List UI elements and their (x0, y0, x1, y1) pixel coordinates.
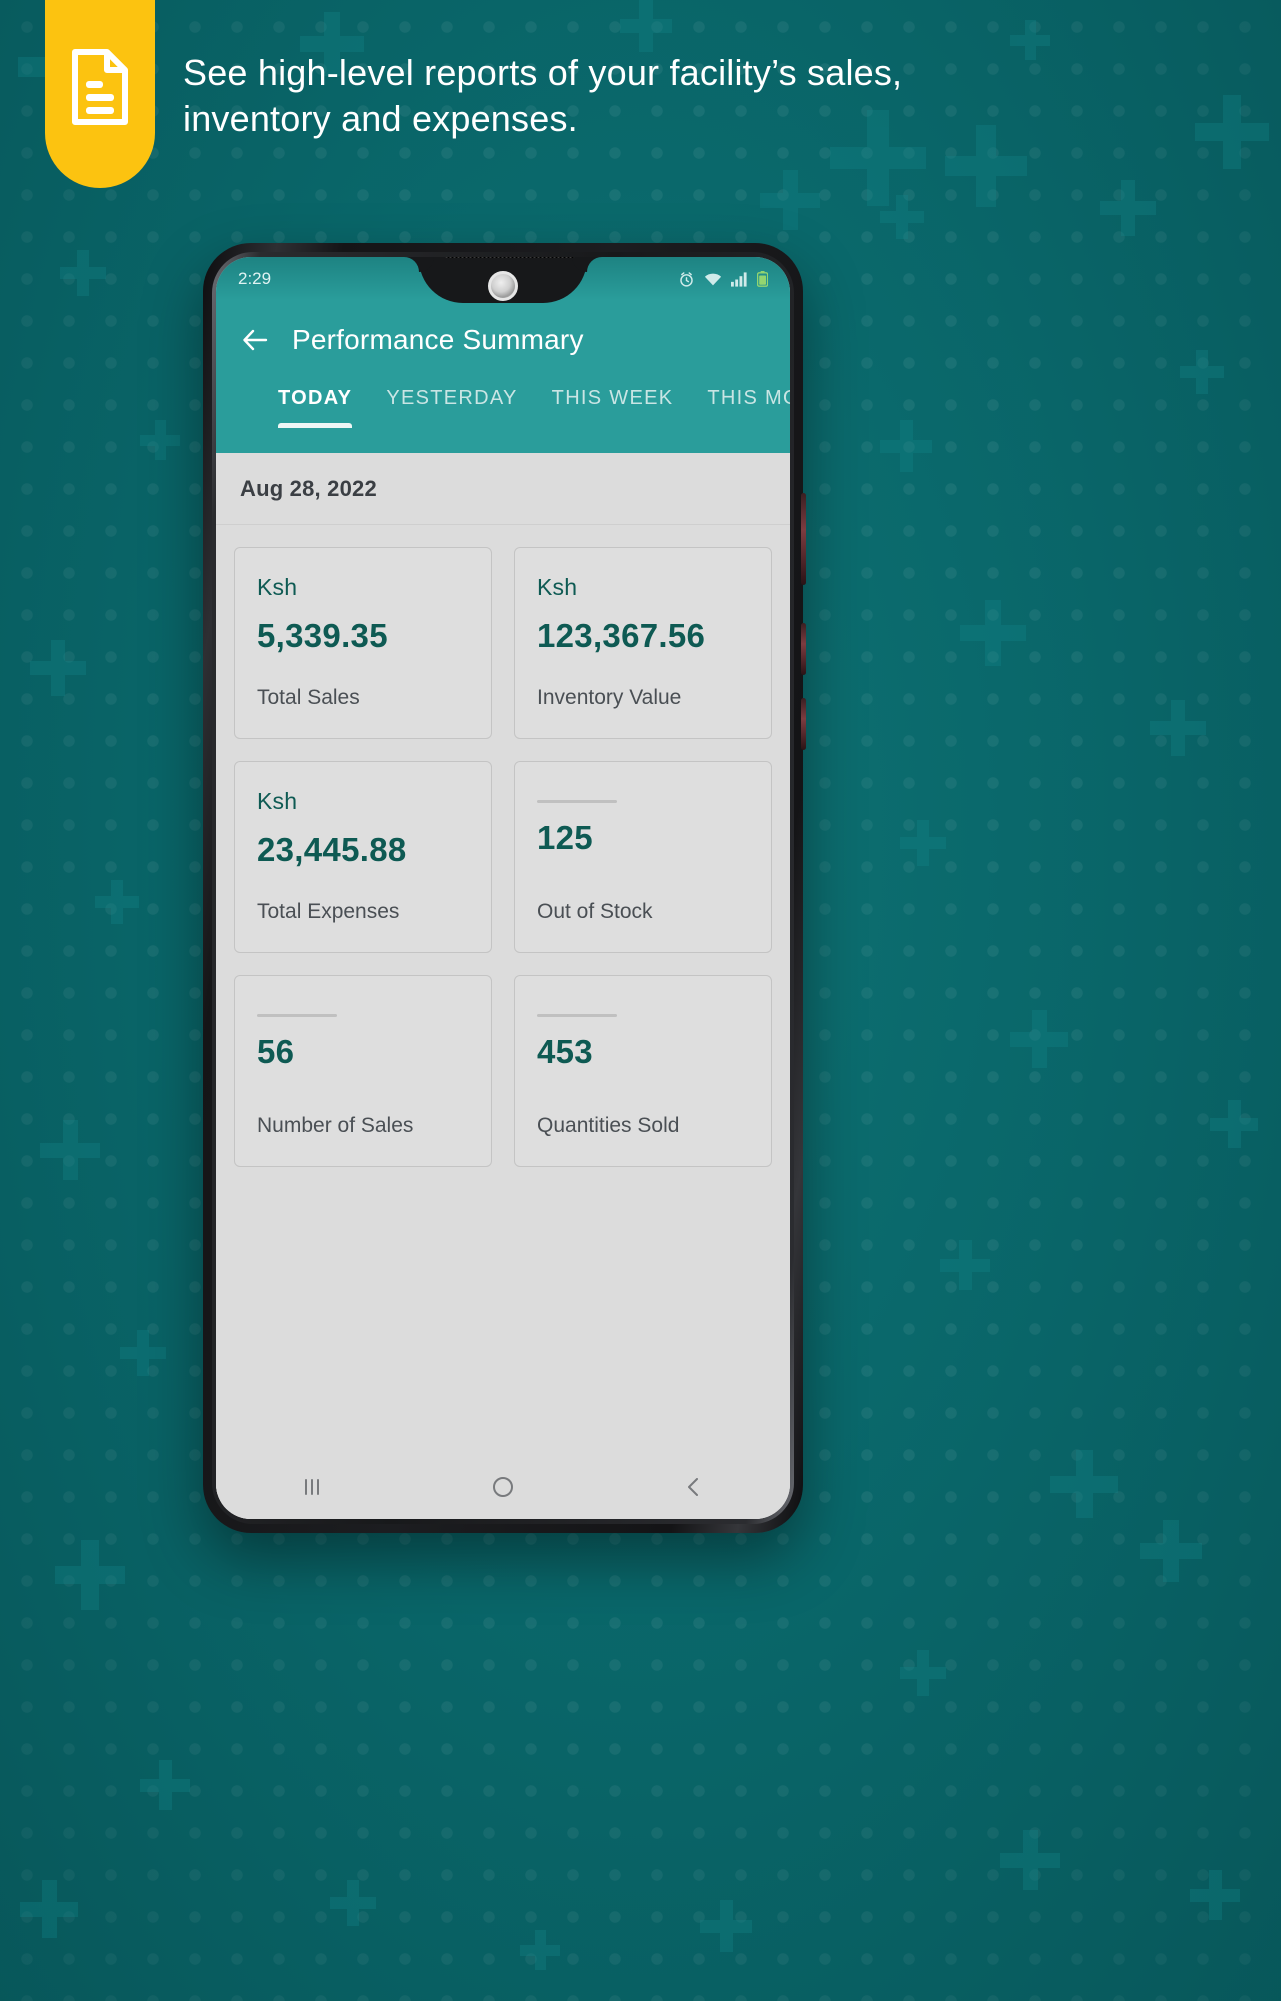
plus-decoration (1180, 350, 1224, 394)
metric-value: 56 (257, 1033, 295, 1070)
phone-screen: 2:29 Performance Summary TODAY YESTERDAY… (216, 257, 790, 1519)
date-header: Aug 28, 2022 (216, 453, 790, 525)
back-icon[interactable] (681, 1474, 707, 1500)
plus-decoration (30, 640, 86, 696)
metric-card-number-of-sales[interactable]: 56 Number of Sales (234, 975, 492, 1167)
volume-button[interactable] (801, 493, 806, 585)
signal-icon (731, 271, 747, 287)
power-button[interactable] (801, 623, 806, 675)
document-icon (72, 49, 128, 125)
period-tab-bar[interactable]: TODAY YESTERDAY THIS WEEK THIS MONTH THI… (216, 381, 790, 453)
plus-decoration (330, 1880, 376, 1926)
tab-today[interactable]: TODAY (278, 381, 353, 428)
metric-label: Out of Stock (537, 900, 653, 923)
earpiece-speaker (443, 257, 576, 258)
plus-decoration (1190, 1870, 1240, 1920)
summary-content: Aug 28, 2022 Ksh 5,339.35 Total Sales Ks… (216, 453, 790, 1519)
status-time: 2:29 (238, 269, 272, 288)
plus-decoration (940, 1240, 990, 1290)
metric-label: Number of Sales (257, 1114, 414, 1137)
plus-decoration (880, 195, 924, 239)
status-icons (678, 271, 768, 288)
recents-icon[interactable] (299, 1474, 325, 1500)
currency-placeholder-line (537, 1014, 617, 1017)
currency-placeholder-line (537, 800, 617, 803)
metric-label: Inventory Value (537, 686, 682, 709)
metric-value: 453 (537, 1033, 593, 1070)
tab-this-week[interactable]: THIS WEEK (552, 381, 674, 410)
front-camera (488, 271, 518, 301)
plus-decoration (20, 1880, 78, 1938)
currency-label: Ksh (257, 574, 298, 600)
page-title: Performance Summary (292, 324, 584, 355)
date-header-label: Aug 28, 2022 (240, 475, 377, 501)
metric-card-out-of-stock[interactable]: 125 Out of Stock (514, 761, 772, 953)
plus-decoration (520, 1930, 560, 1970)
metric-value: 125 (537, 819, 593, 856)
currency-label: Ksh (537, 574, 578, 600)
plus-decoration (1050, 1450, 1118, 1518)
tab-yesterday[interactable]: YESTERDAY (386, 381, 517, 410)
promo-headline: See high-level reports of your facility’… (183, 52, 903, 140)
metric-card-inventory-value[interactable]: Ksh 123,367.56 Inventory Value (514, 547, 772, 739)
plus-decoration (960, 600, 1026, 666)
plus-decoration (1000, 1830, 1060, 1890)
tab-this-month[interactable]: THIS MONTH (707, 381, 790, 410)
metric-card-total-sales[interactable]: Ksh 5,339.35 Total Sales (234, 547, 492, 739)
wifi-icon (704, 273, 722, 285)
plus-decoration (140, 1760, 190, 1810)
plus-decoration (700, 1900, 752, 1952)
plus-decoration (880, 420, 932, 472)
app-bar: 2:29 Performance Summary TODAY YESTERDAY… (216, 257, 790, 453)
plus-decoration (40, 1120, 100, 1180)
battery-icon (757, 271, 768, 287)
alarm-icon (680, 271, 693, 287)
metric-card-total-expenses[interactable]: Ksh 23,445.88 Total Expenses (234, 761, 492, 953)
plus-decoration (620, 0, 672, 52)
plus-decoration (1210, 1100, 1258, 1148)
plus-decoration (1195, 95, 1269, 169)
metric-label: Quantities Sold (537, 1114, 680, 1137)
plus-decoration (95, 880, 139, 924)
plus-decoration (55, 1540, 125, 1610)
plus-decoration (1010, 20, 1050, 60)
metric-card-quantities-sold[interactable]: 453 Quantities Sold (514, 975, 772, 1167)
plus-decoration (1010, 1010, 1068, 1068)
metric-value: 5,339.35 (257, 617, 388, 654)
metric-value: 123,367.56 (537, 617, 706, 654)
phone-mockup: 2:29 Performance Summary TODAY YESTERDAY… (203, 243, 806, 1533)
plus-decoration (900, 820, 946, 866)
plus-decoration (760, 170, 820, 230)
android-navigation-bar (216, 1455, 790, 1519)
assistant-button[interactable] (801, 698, 806, 750)
currency-placeholder-line (257, 1014, 337, 1017)
metric-card-grid: Ksh 5,339.35 Total Sales Ksh 123,367.56 … (216, 525, 790, 1167)
plus-decoration (140, 420, 180, 460)
plus-decoration (900, 1650, 946, 1696)
app-bar-title-row: Performance Summary (216, 309, 790, 371)
metric-label: Total Sales (257, 686, 360, 709)
back-arrow-icon[interactable] (238, 323, 272, 357)
currency-label: Ksh (257, 788, 298, 814)
plus-decoration (1150, 700, 1206, 756)
plus-decoration (1100, 180, 1156, 236)
metric-value: 23,445.88 (257, 831, 407, 868)
plus-decoration (1140, 1520, 1202, 1582)
metric-label: Total Expenses (257, 900, 400, 923)
home-icon[interactable] (490, 1474, 516, 1500)
plus-decoration (60, 250, 106, 296)
plus-decoration (120, 1330, 166, 1376)
